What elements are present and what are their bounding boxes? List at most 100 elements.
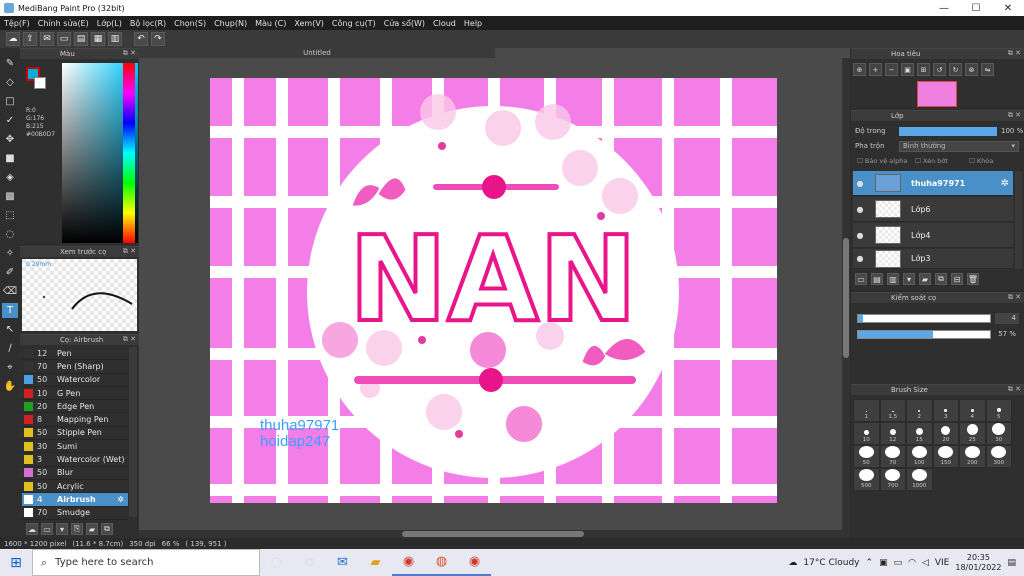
- clipping-checkbox[interactable]: ☐ Xén bớt: [915, 157, 948, 165]
- layer-folder-icon[interactable]: ▰: [919, 273, 931, 285]
- chrome-icon-2[interactable]: ◉: [458, 549, 491, 576]
- language-indicator[interactable]: VIE: [935, 558, 950, 568]
- visibility-icon[interactable]: ●: [853, 231, 867, 240]
- table-icon[interactable]: ▥: [108, 32, 122, 46]
- brush-size-cell[interactable]: 30: [985, 422, 1012, 445]
- gear-icon[interactable]: ✲: [117, 495, 124, 504]
- brush-item[interactable]: 12 Pen: [22, 347, 128, 361]
- visibility-icon[interactable]: ●: [853, 179, 867, 188]
- battery-icon[interactable]: ▭: [894, 558, 903, 568]
- brush-size-cell[interactable]: 1.5: [879, 399, 906, 422]
- visibility-icon[interactable]: ●: [853, 205, 867, 214]
- brush-size-cell[interactable]: 70: [879, 445, 906, 468]
- brush-size-cell[interactable]: 25: [959, 422, 986, 445]
- menu-layer[interactable]: Lớp(L): [97, 19, 122, 28]
- brush-item[interactable]: 3 Watercolor (Wet): [22, 453, 128, 467]
- vertical-scrollbar[interactable]: [842, 58, 850, 530]
- fit-window-icon[interactable]: ⊞: [917, 63, 930, 76]
- search-input[interactable]: ⌕ Type here to search: [32, 549, 260, 576]
- minimize-button[interactable]: —: [928, 0, 960, 16]
- task-view-icon[interactable]: ⧉: [293, 549, 326, 576]
- operation-tool-icon[interactable]: ↖: [2, 322, 18, 337]
- brush-item[interactable]: 50 Watercolor: [22, 374, 128, 387]
- lasso-tool-icon[interactable]: ◌: [2, 227, 18, 242]
- redo-icon[interactable]: ↷: [151, 32, 165, 46]
- comment-icon[interactable]: ✉: [40, 32, 54, 46]
- menu-tools[interactable]: Công cụ(T): [332, 19, 376, 28]
- menu-snap[interactable]: Chụp(N): [214, 19, 247, 28]
- rect-tool-icon[interactable]: □: [2, 94, 18, 109]
- brush-size-cell[interactable]: 10: [853, 422, 880, 445]
- bucket-tool-icon[interactable]: ◈: [2, 170, 18, 185]
- chrome-icon[interactable]: ◉: [392, 549, 425, 576]
- layer-row[interactable]: ● Lớp6: [853, 197, 1013, 222]
- lock-checkbox[interactable]: ☐ Khóa: [969, 157, 993, 165]
- duplicate-layer-icon[interactable]: ⧉: [935, 273, 947, 285]
- vertical-scroll-thumb[interactable]: [843, 238, 849, 358]
- brush-item[interactable]: 50 Acrylic: [22, 480, 128, 494]
- duplicate-icon[interactable]: ⧉: [101, 523, 113, 535]
- add-material-icon[interactable]: ▾: [903, 273, 915, 285]
- medibang-taskbar-icon[interactable]: ◍: [425, 549, 458, 576]
- rotate-left-icon[interactable]: ↺: [933, 63, 946, 76]
- magic-wand-tool-icon[interactable]: ✧: [2, 246, 18, 261]
- hue-slider[interactable]: [123, 63, 135, 243]
- fill-rect-tool-icon[interactable]: ■: [2, 151, 18, 166]
- pen-tool-icon[interactable]: ✓: [2, 113, 18, 128]
- brush-size-cell[interactable]: 3: [932, 399, 959, 422]
- cloud-icon[interactable]: ☁: [6, 32, 20, 46]
- brush-item[interactable]: 4 Airbrush ✲: [22, 493, 128, 507]
- brush-size-value[interactable]: 4: [995, 313, 1019, 324]
- layer-list-scrollbar[interactable]: [1015, 171, 1022, 269]
- background-color-swatch[interactable]: [34, 77, 46, 89]
- flip-icon[interactable]: ⇋: [981, 63, 994, 76]
- hand-tool-icon[interactable]: ✋: [2, 379, 18, 394]
- zoom-out-icon[interactable]: −: [885, 63, 898, 76]
- undo-icon[interactable]: ↶: [134, 32, 148, 46]
- brush-size-cell[interactable]: 300: [985, 445, 1012, 468]
- panel-close-icon[interactable]: ⧉ ✕: [1008, 49, 1021, 58]
- grid-icon[interactable]: ▦: [91, 32, 105, 46]
- horizontal-scroll-thumb[interactable]: [402, 531, 584, 537]
- merge-layer-icon[interactable]: ⊟: [951, 273, 963, 285]
- menu-color[interactable]: Màu (C): [255, 19, 286, 28]
- menu-edit[interactable]: Chỉnh sửa(E): [38, 19, 89, 28]
- add-brush-icon[interactable]: ▾: [56, 523, 68, 535]
- brush-size-cell[interactable]: 20: [932, 422, 959, 445]
- layer-row[interactable]: ● Lớp4: [853, 223, 1013, 248]
- reset-rotation-icon[interactable]: ⊗: [965, 63, 978, 76]
- document-tab[interactable]: Untitled: [139, 48, 495, 58]
- volume-icon[interactable]: ◁: [922, 558, 929, 568]
- new-brush-icon[interactable]: ▭: [41, 523, 53, 535]
- brush-size-cell[interactable]: 15: [906, 422, 933, 445]
- panel-close-icon[interactable]: ⧉ ✕: [123, 335, 136, 344]
- cortana-icon[interactable]: ○: [260, 549, 293, 576]
- menu-file[interactable]: Tệp(F): [4, 19, 30, 28]
- menu-filter[interactable]: Bộ lọc(R): [130, 19, 166, 28]
- new-layer-icon[interactable]: ▭: [855, 273, 867, 285]
- zoom-fit-icon[interactable]: ⊕: [853, 63, 866, 76]
- brush-size-cell[interactable]: 700: [879, 468, 906, 491]
- brush-item[interactable]: 20 Edge Pen: [22, 400, 128, 414]
- brush-tool-icon[interactable]: ✎: [2, 56, 18, 71]
- delete-layer-icon[interactable]: 🗑: [967, 273, 979, 285]
- brush-opacity-slider[interactable]: [857, 330, 991, 339]
- notification-icon[interactable]: ▤: [1007, 558, 1016, 568]
- artwork-canvas[interactable]: NAN thuha97971 hoidap247: [210, 78, 777, 503]
- gradient-tool-icon[interactable]: ▩: [2, 189, 18, 204]
- panel-close-icon[interactable]: ⧉ ✕: [123, 49, 136, 58]
- menu-cloud[interactable]: Cloud: [433, 19, 456, 28]
- clock[interactable]: 20:35 18/01/2022: [955, 553, 1001, 573]
- text-tool-icon[interactable]: T: [2, 303, 18, 318]
- new-halftone-layer-icon[interactable]: ▤: [871, 273, 883, 285]
- horizontal-scrollbar[interactable]: [139, 530, 850, 538]
- brush-item[interactable]: 8 Mapping Pen: [22, 413, 128, 427]
- network-icon[interactable]: ▣: [879, 558, 888, 568]
- panel-close-icon[interactable]: ⧉ ✕: [1008, 385, 1021, 394]
- brush-item[interactable]: 70 Smudge: [22, 507, 128, 520]
- copy-brush-icon[interactable]: ⎘: [71, 523, 83, 535]
- menu-view[interactable]: Xem(V): [294, 19, 324, 28]
- brush-item[interactable]: 10 G Pen: [22, 387, 128, 401]
- zoom-in-icon[interactable]: +: [869, 63, 882, 76]
- chevron-up-icon[interactable]: ⌃: [866, 558, 874, 568]
